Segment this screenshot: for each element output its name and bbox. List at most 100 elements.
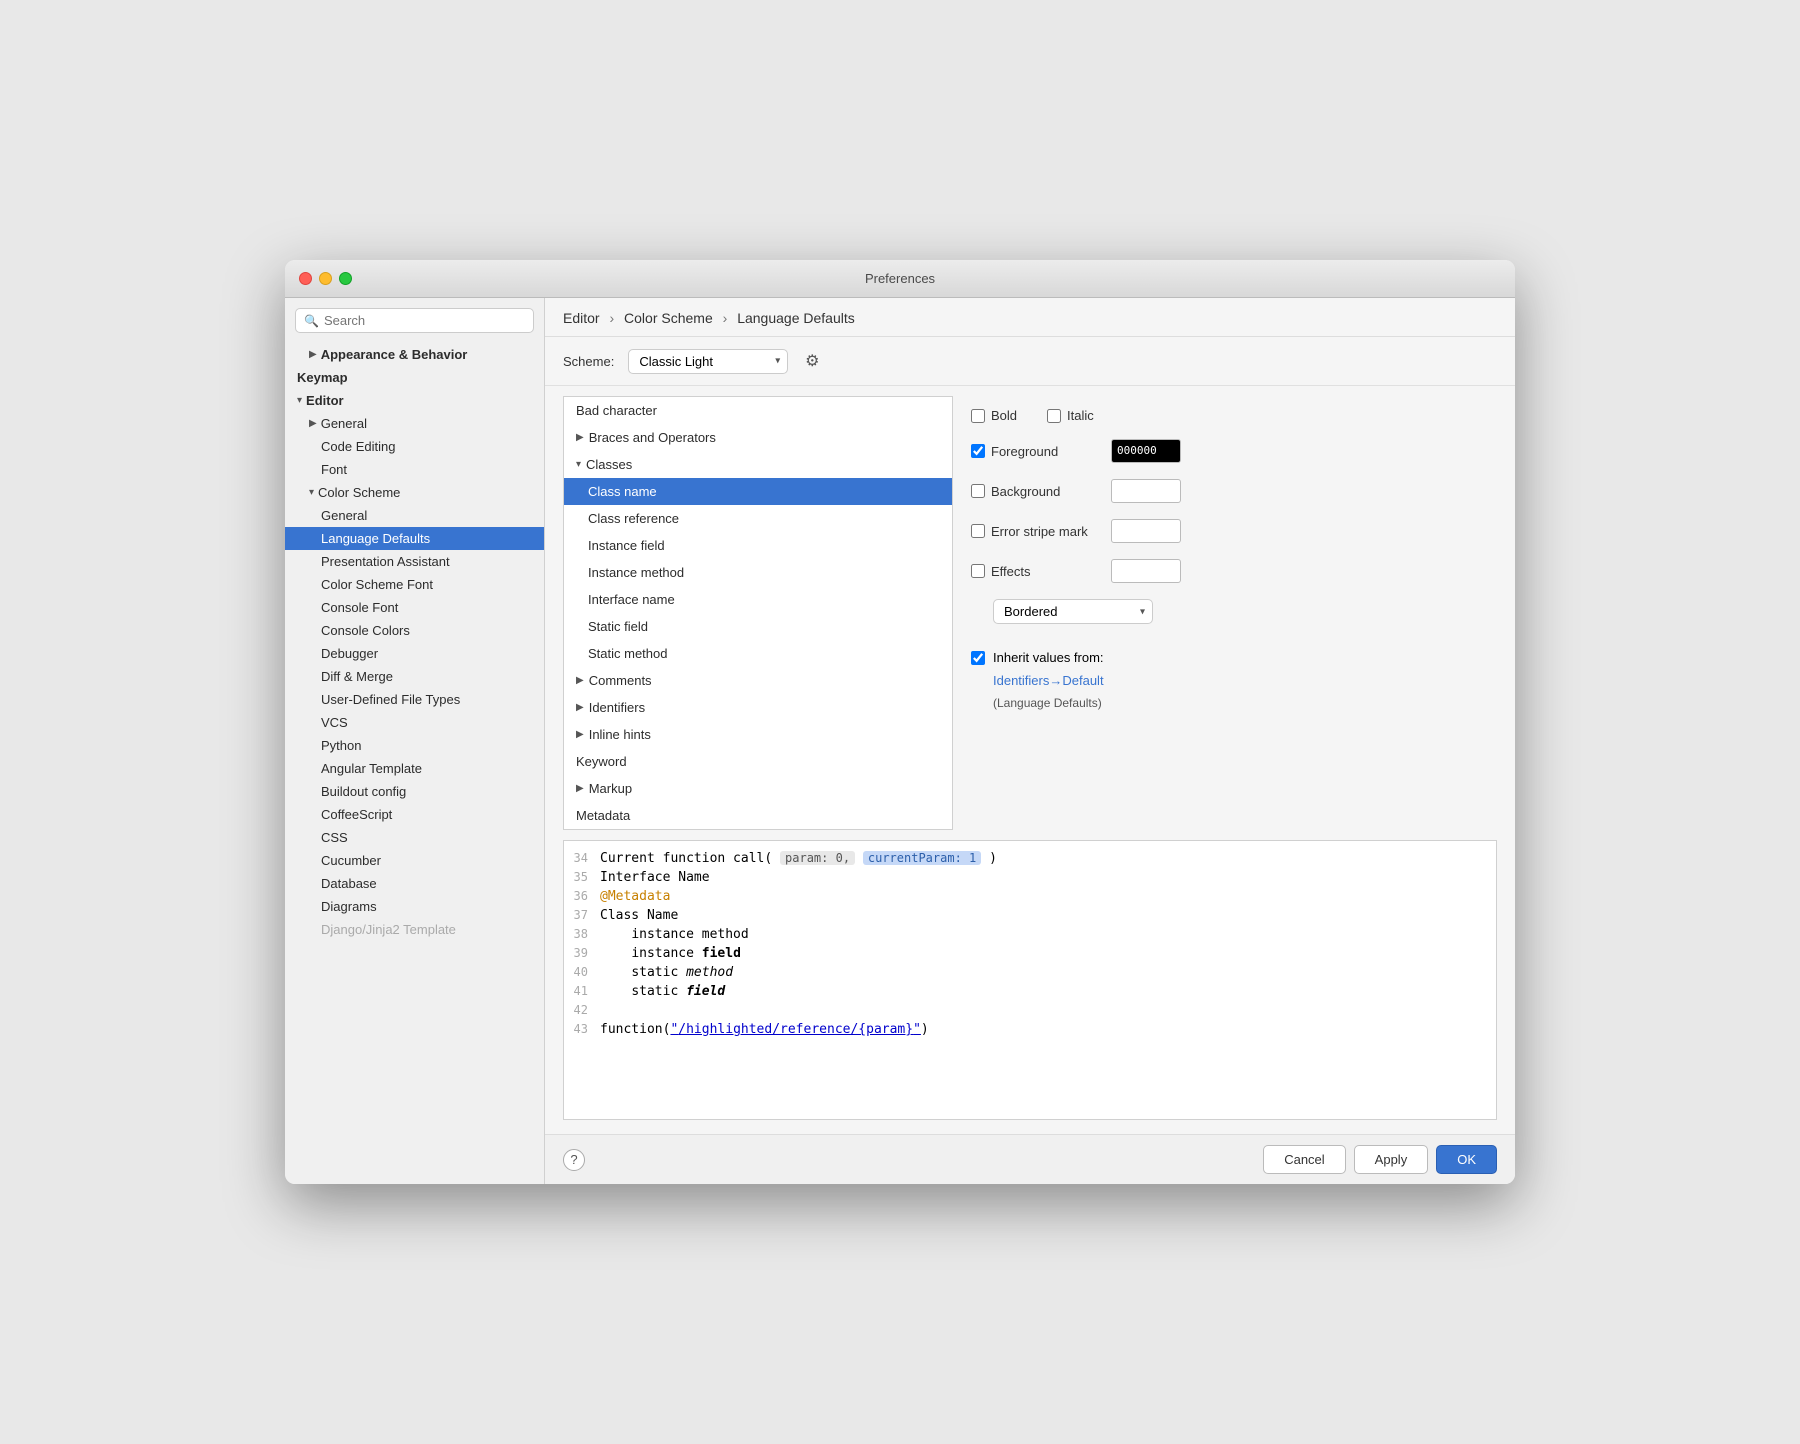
line-num: 40 (564, 965, 600, 979)
sidebar-item-vcs[interactable]: VCS (285, 711, 544, 734)
sidebar-item-cucumber[interactable]: Cucumber (285, 849, 544, 872)
sidebar-item-database[interactable]: Database (285, 872, 544, 895)
breadcrumb-language-defaults: Language Defaults (737, 310, 855, 326)
token-metadata[interactable]: Metadata (564, 802, 952, 829)
token-classes[interactable]: ▾ Classes (564, 451, 952, 478)
token-static-field[interactable]: Static field (564, 613, 952, 640)
effects-label: Effects (991, 564, 1101, 579)
background-checkbox[interactable] (971, 484, 985, 498)
token-braces[interactable]: ▶ Braces and Operators (564, 424, 952, 451)
sidebar-item-keymap[interactable]: Keymap (285, 366, 544, 389)
foreground-color-swatch[interactable]: 000000 (1111, 439, 1181, 463)
minimize-button[interactable] (319, 272, 332, 285)
foreground-label: Foreground (991, 444, 1101, 459)
search-input[interactable] (324, 313, 525, 328)
token-instance-method[interactable]: Instance method (564, 559, 952, 586)
sidebar-item-color-scheme[interactable]: ▾ Color Scheme (285, 481, 544, 504)
bold-italic-row: Bold Italic (971, 408, 1479, 423)
help-button[interactable]: ? (563, 1149, 585, 1171)
background-row: Background (971, 479, 1479, 503)
scheme-select-wrapper: Classic Light Default Darcula High Contr… (628, 349, 788, 374)
token-interface-name[interactable]: Interface name (564, 586, 952, 613)
token-comments[interactable]: ▶ Comments (564, 667, 952, 694)
effects-color-swatch[interactable] (1111, 559, 1181, 583)
bold-checkbox-label[interactable]: Bold (971, 408, 1017, 423)
close-button[interactable] (299, 272, 312, 285)
background-color-swatch[interactable] (1111, 479, 1181, 503)
sidebar-nav: ▶ Appearance & Behavior Keymap ▾ Editor … (285, 341, 544, 1184)
code-content: instance method (600, 927, 1496, 942)
token-markup[interactable]: ▶ Markup (564, 775, 952, 802)
code-content: instance field (600, 946, 1496, 961)
sidebar-item-appearance[interactable]: ▶ Appearance & Behavior (285, 343, 544, 366)
line-num: 41 (564, 984, 600, 998)
effects-dropdown-row: Bordered Underline Bold Underline Strike… (971, 599, 1479, 624)
code-line-34: 34 Current function call( param: 0, curr… (564, 849, 1496, 868)
sidebar-item-coffeescript[interactable]: CoffeeScript (285, 803, 544, 826)
effects-checkbox-label[interactable]: Effects (971, 564, 1101, 579)
token-static-method[interactable]: Static method (564, 640, 952, 667)
error-stripe-checkbox-label[interactable]: Error stripe mark (971, 524, 1101, 539)
token-identifiers[interactable]: ▶ Identifiers (564, 694, 952, 721)
arrow-icon: ▾ (576, 459, 581, 470)
scheme-select[interactable]: Classic Light Default Darcula High Contr… (628, 349, 788, 374)
sidebar-item-presentation[interactable]: Presentation Assistant (285, 550, 544, 573)
sidebar-item-debugger[interactable]: Debugger (285, 642, 544, 665)
token-instance-field[interactable]: Instance field (564, 532, 952, 559)
code-line-37: 37 Class Name (564, 906, 1496, 925)
sidebar-item-angular[interactable]: Angular Template (285, 757, 544, 780)
foreground-checkbox[interactable] (971, 444, 985, 458)
token-inline-hints[interactable]: ▶ Inline hints (564, 721, 952, 748)
token-keyword[interactable]: Keyword (564, 748, 952, 775)
sidebar-item-diff-merge[interactable]: Diff & Merge (285, 665, 544, 688)
sidebar-item-django[interactable]: Django/Jinja2 Template (285, 918, 544, 941)
sidebar-item-user-defined[interactable]: User-Defined File Types (285, 688, 544, 711)
background-checkbox-label[interactable]: Background (971, 484, 1101, 499)
maximize-button[interactable] (339, 272, 352, 285)
sidebar-item-cs-general[interactable]: General (285, 504, 544, 527)
arrow-icon: ▶ (576, 729, 584, 740)
sidebar-item-buildout[interactable]: Buildout config (285, 780, 544, 803)
sidebar-item-console-font[interactable]: Console Font (285, 596, 544, 619)
foreground-checkbox-label[interactable]: Foreground (971, 444, 1101, 459)
inherit-sub: (Language Defaults) (993, 696, 1479, 710)
sidebar-item-language-defaults[interactable]: Language Defaults (285, 527, 544, 550)
italic-checkbox-label[interactable]: Italic (1047, 408, 1094, 423)
sidebar-item-general[interactable]: ▶ General (285, 412, 544, 435)
error-stripe-color-swatch[interactable] (1111, 519, 1181, 543)
preview-scroll: 34 Current function call( param: 0, curr… (564, 841, 1496, 1047)
sidebar-item-css[interactable]: CSS (285, 826, 544, 849)
token-class-reference[interactable]: Class reference (564, 505, 952, 532)
arrow-icon: ▶ (576, 432, 584, 443)
background-label: Background (991, 484, 1101, 499)
cancel-button[interactable]: Cancel (1263, 1145, 1345, 1174)
sidebar-item-console-colors[interactable]: Console Colors (285, 619, 544, 642)
effects-checkbox[interactable] (971, 564, 985, 578)
sidebar-item-cs-font[interactable]: Color Scheme Font (285, 573, 544, 596)
effects-select-wrapper: Bordered Underline Bold Underline Strike… (993, 599, 1153, 624)
sidebar-item-python[interactable]: Python (285, 734, 544, 757)
effects-select[interactable]: Bordered Underline Bold Underline Strike… (993, 599, 1153, 624)
sidebar-item-editor[interactable]: ▾ Editor (285, 389, 544, 412)
italic-checkbox[interactable] (1047, 409, 1061, 423)
sidebar-item-font[interactable]: Font (285, 458, 544, 481)
line-num: 38 (564, 927, 600, 941)
ok-button[interactable]: OK (1436, 1145, 1497, 1174)
code-content: Class Name (600, 908, 1496, 923)
bold-checkbox[interactable] (971, 409, 985, 423)
token-class-name[interactable]: Class name (564, 478, 952, 505)
editor-area: Bad character ▶ Braces and Operators ▾ C… (545, 386, 1515, 840)
sidebar-item-code-editing[interactable]: Code Editing (285, 435, 544, 458)
right-panel: Editor › Color Scheme › Language Default… (545, 298, 1515, 1184)
sidebar-item-diagrams[interactable]: Diagrams (285, 895, 544, 918)
token-bad-char[interactable]: Bad character (564, 397, 952, 424)
breadcrumb: Editor › Color Scheme › Language Default… (545, 298, 1515, 337)
code-content: @Metadata (600, 889, 1496, 904)
apply-button[interactable]: Apply (1354, 1145, 1429, 1174)
preview-pane: 34 Current function call( param: 0, curr… (563, 840, 1497, 1120)
gear-button[interactable]: ⚙ (798, 347, 826, 375)
inherit-checkbox[interactable] (971, 651, 985, 665)
error-stripe-checkbox[interactable] (971, 524, 985, 538)
inherit-link[interactable]: Identifiers→Default (993, 673, 1479, 688)
search-box[interactable]: 🔍 (295, 308, 534, 333)
